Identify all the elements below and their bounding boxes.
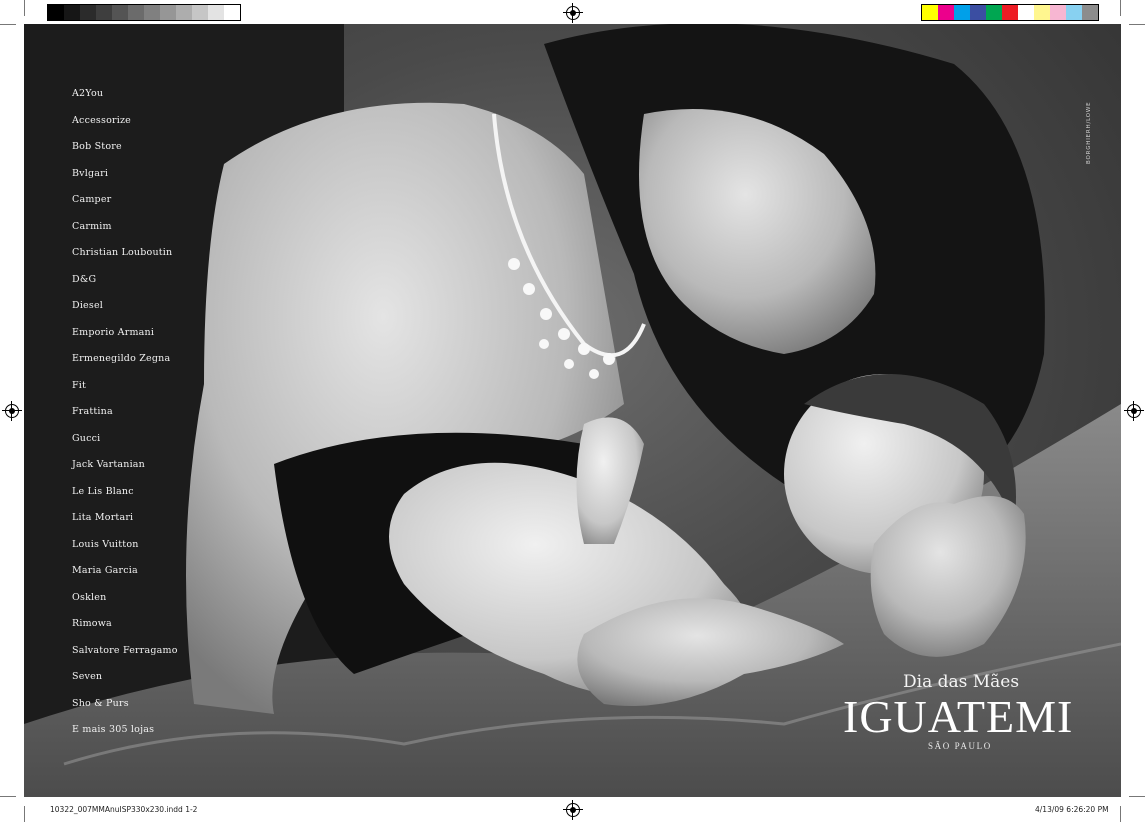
store-list-item: D&G bbox=[72, 273, 97, 285]
color-swatch bbox=[1050, 5, 1066, 20]
slug-line: 10322_007MMAnuISP330x230.indd 1-2 bbox=[50, 805, 198, 814]
store-list-item: Le Lis Blanc bbox=[72, 485, 134, 497]
store-list-item: Ermenegildo Zegna bbox=[72, 353, 171, 364]
store-list-item: Frattina bbox=[72, 406, 113, 417]
store-list-item: Camper bbox=[72, 194, 112, 205]
store-list-item: Salvatore Ferragamo bbox=[72, 644, 178, 656]
gray-swatch bbox=[48, 5, 64, 20]
iguatemi-logo: IGUATEMI bbox=[843, 691, 1074, 742]
gray-swatch bbox=[128, 5, 144, 20]
store-list-item: Bob Store bbox=[72, 141, 122, 152]
agency-credit: BORGHIERH/LOWE bbox=[1086, 101, 1092, 164]
color-swatch bbox=[1018, 5, 1034, 20]
store-list-item: A2You bbox=[72, 88, 104, 99]
gray-swatch bbox=[160, 5, 176, 20]
gray-swatch bbox=[176, 5, 192, 20]
crop-mark bbox=[0, 796, 16, 797]
store-list-item: Sho & Purs bbox=[72, 697, 129, 709]
store-list-item: Lita Mortari bbox=[72, 512, 134, 523]
color-swatch bbox=[922, 5, 938, 20]
store-list-item: Louis Vuitton bbox=[72, 538, 139, 550]
store-list-item: Jack Vartanian bbox=[72, 459, 145, 470]
store-list-item: Seven bbox=[72, 671, 103, 682]
crop-mark bbox=[24, 0, 25, 16]
tagline: Dia das Mães bbox=[903, 672, 1020, 692]
store-list-item: Bvlgari bbox=[72, 167, 109, 179]
store-list-item: Accessorize bbox=[72, 114, 132, 126]
process-color-bar bbox=[921, 4, 1099, 21]
store-list-item: Diesel bbox=[72, 300, 104, 311]
store-list-item: Osklen bbox=[72, 591, 107, 603]
grayscale-color-bar bbox=[47, 4, 241, 21]
registration-mark-right bbox=[1124, 401, 1144, 421]
store-list-item: Rimowa bbox=[72, 618, 112, 629]
store-list-item: Gucci bbox=[72, 432, 101, 444]
gray-swatch bbox=[224, 5, 240, 20]
color-swatch bbox=[1002, 5, 1018, 20]
gray-swatch bbox=[96, 5, 112, 20]
gray-swatch bbox=[80, 5, 96, 20]
store-list-item: Fit bbox=[72, 379, 87, 391]
gray-swatch bbox=[192, 5, 208, 20]
gray-swatch bbox=[144, 5, 160, 20]
store-list-item: E mais 305 lojas bbox=[72, 724, 155, 735]
crop-mark bbox=[1120, 0, 1121, 16]
gray-swatch bbox=[112, 5, 128, 20]
crop-mark bbox=[1120, 806, 1121, 822]
color-swatch bbox=[970, 5, 986, 20]
store-list-item: Emporio Armani bbox=[72, 326, 155, 338]
color-swatch bbox=[938, 5, 954, 20]
crop-mark bbox=[24, 806, 25, 822]
crop-mark bbox=[1129, 796, 1145, 797]
store-list-item: Maria Garcia bbox=[72, 565, 138, 576]
gray-swatch bbox=[208, 5, 224, 20]
store-list-item: Christian Louboutin bbox=[72, 247, 173, 258]
color-swatch bbox=[1034, 5, 1050, 20]
color-swatch bbox=[954, 5, 970, 20]
color-swatch bbox=[1082, 5, 1098, 20]
store-list-item: Carmim bbox=[72, 220, 112, 232]
registration-mark-left bbox=[2, 401, 22, 421]
gray-swatch bbox=[64, 5, 80, 20]
print-timestamp: 4/13/09 6:26:20 PM bbox=[1035, 805, 1109, 814]
store-list: A2You Accessorize Bob Store Bvlgari Camper Ca… bbox=[72, 87, 178, 750]
crop-mark bbox=[0, 24, 16, 25]
crop-mark bbox=[1129, 24, 1145, 25]
city-label: SÃO PAULO bbox=[928, 741, 992, 751]
registration-mark-top bbox=[563, 3, 583, 23]
color-swatch bbox=[1066, 5, 1082, 20]
registration-mark-bottom bbox=[563, 800, 583, 820]
color-swatch bbox=[986, 5, 1002, 20]
